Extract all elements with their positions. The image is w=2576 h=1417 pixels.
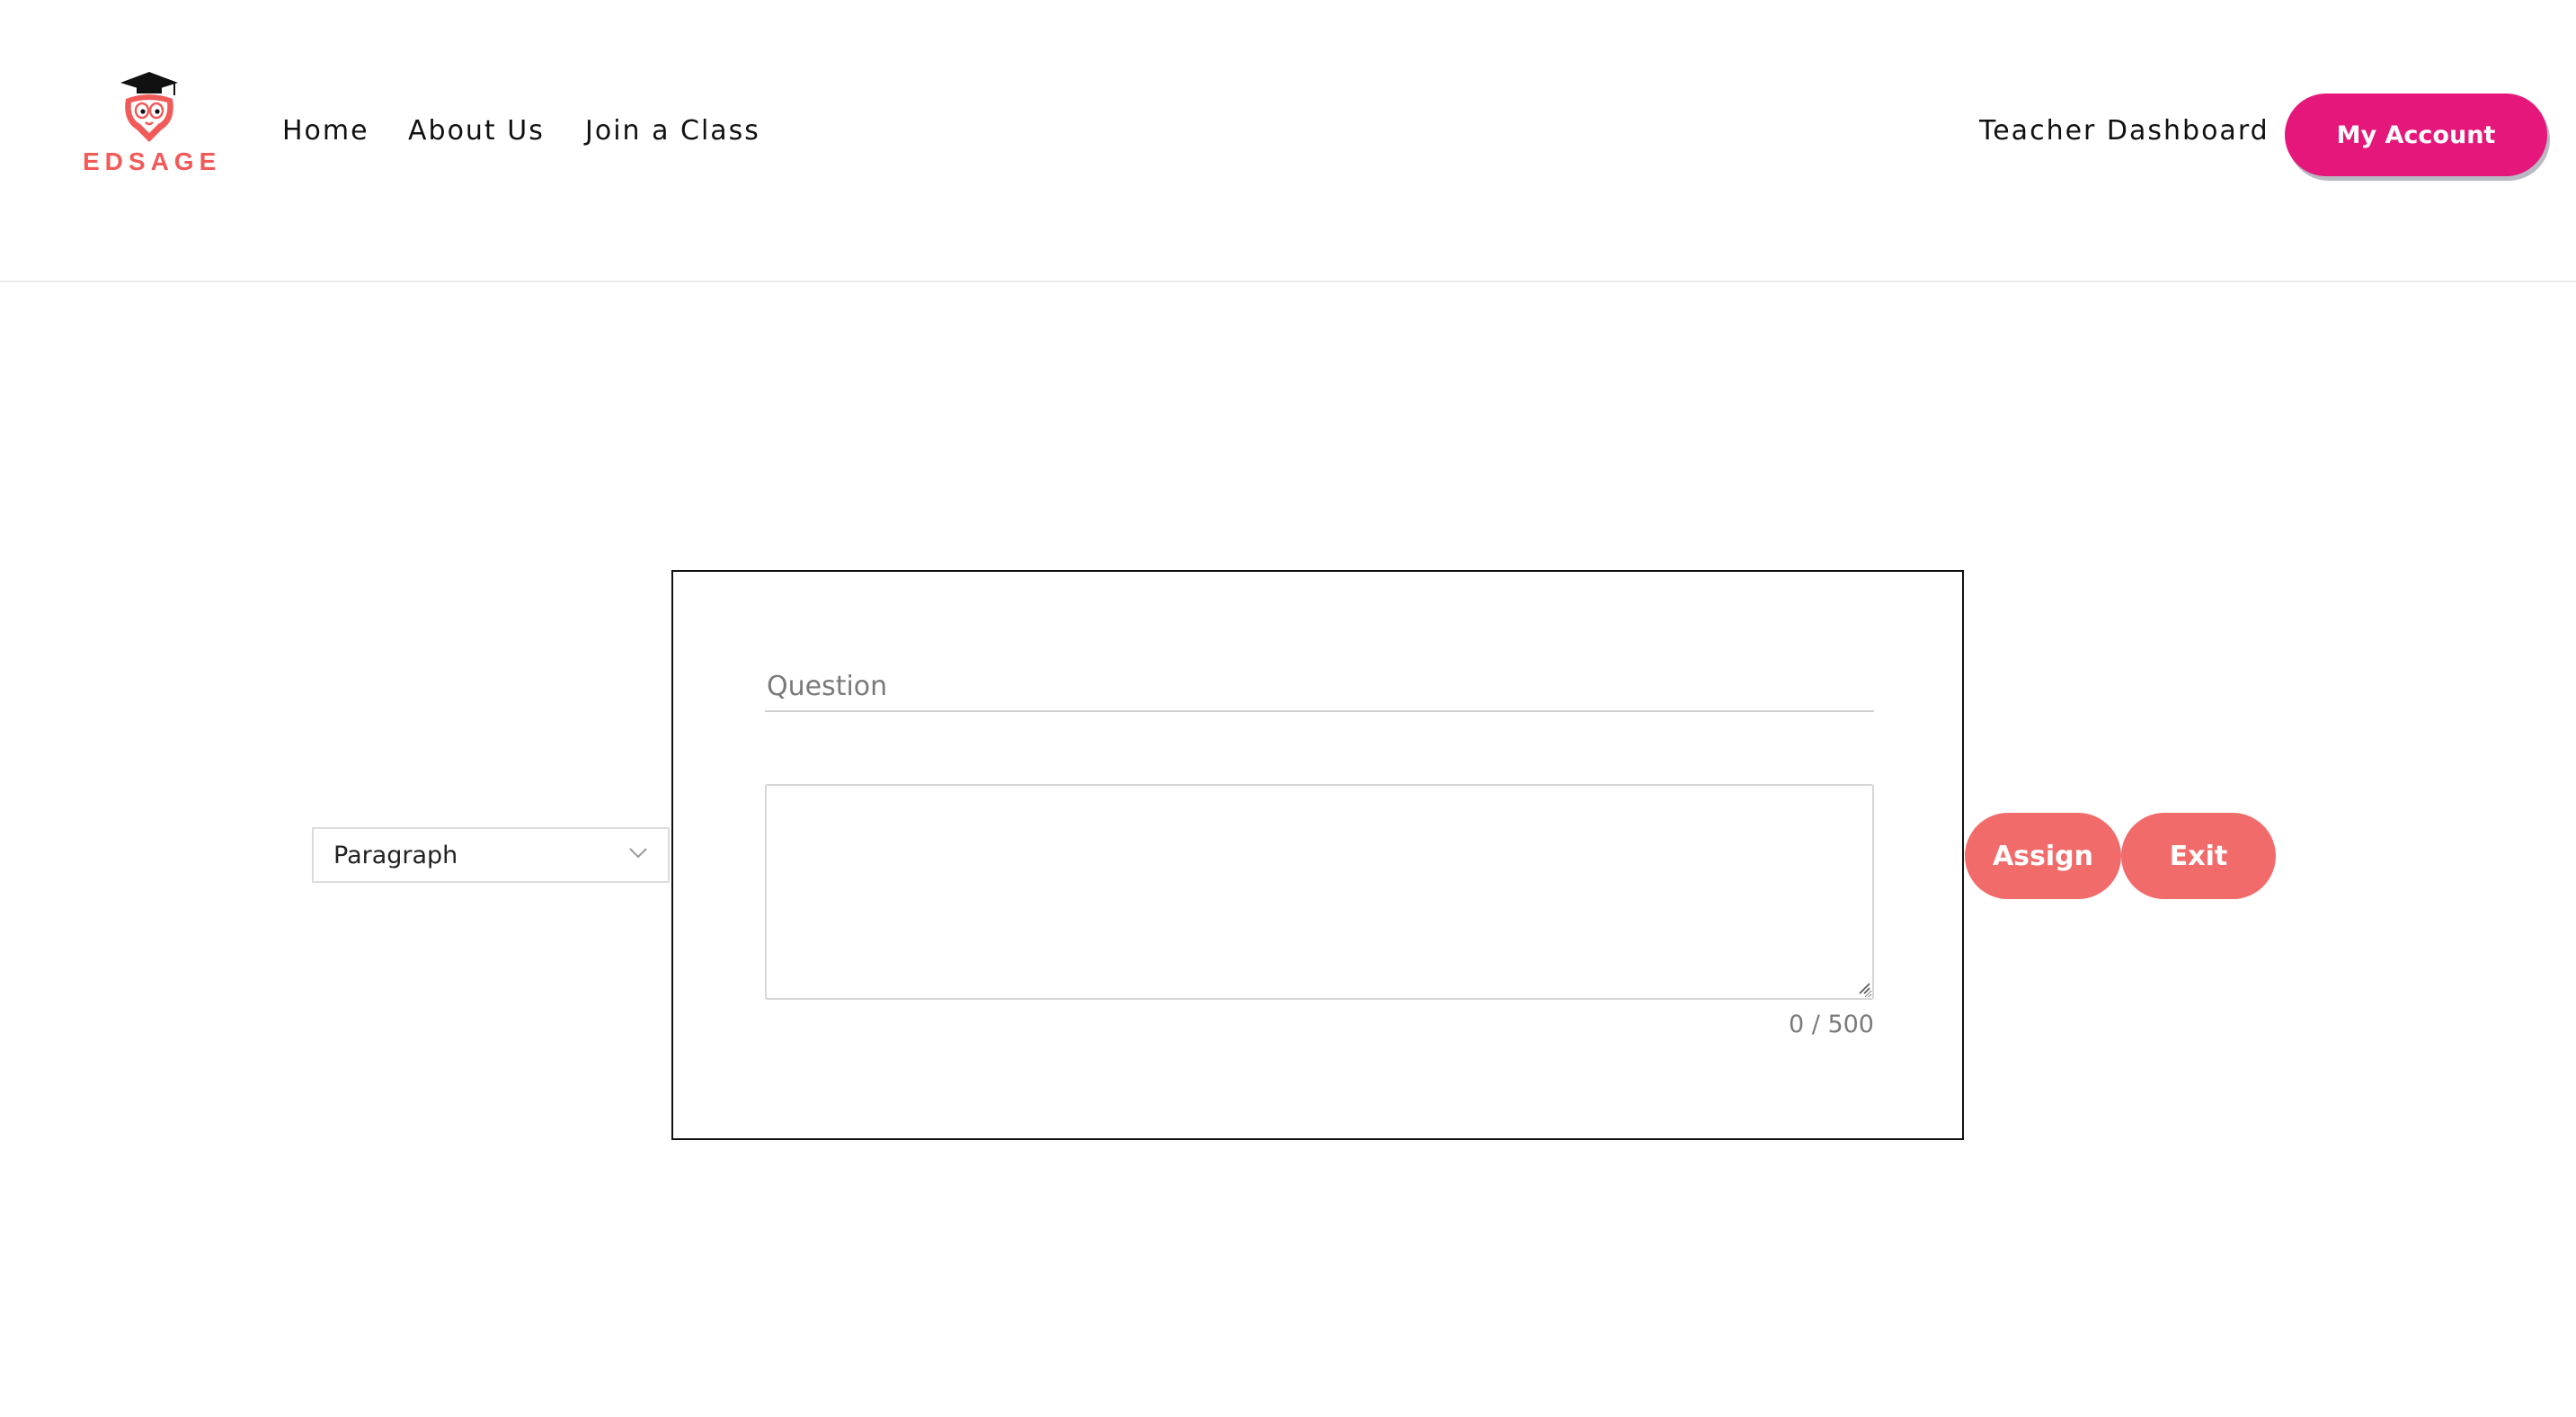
nav-about-link[interactable]: About Us xyxy=(408,115,545,147)
exit-button[interactable]: Exit xyxy=(2121,813,2276,899)
edsage-logo[interactable]: EDSAGE xyxy=(83,70,216,178)
logo-wordmark: EDSAGE xyxy=(83,147,222,175)
question-input[interactable] xyxy=(765,662,1874,712)
nav-home-link[interactable]: Home xyxy=(282,115,369,147)
top-navigation-bar: EDSAGE Home About Us Join a Class Teache… xyxy=(0,0,2576,282)
my-account-button[interactable]: My Account xyxy=(2285,94,2547,176)
teacher-dashboard-link[interactable]: Teacher Dashboard xyxy=(1979,115,2270,147)
question-card: 0 / 500 xyxy=(671,570,1964,1140)
assign-button[interactable]: Assign xyxy=(1965,813,2121,899)
resize-handle-icon[interactable] xyxy=(1856,980,1870,994)
answer-textarea[interactable] xyxy=(765,784,1874,1000)
character-counter: 0 / 500 xyxy=(1789,1011,1874,1038)
chevron-down-icon xyxy=(629,848,647,859)
graduation-owl-logo-icon xyxy=(120,72,178,142)
page: EDSAGE Home About Us Join a Class Teache… xyxy=(0,0,2576,1417)
nav-join-class-link[interactable]: Join a Class xyxy=(585,115,760,147)
question-type-selected-value: Paragraph xyxy=(333,842,458,869)
question-type-select[interactable]: Paragraph xyxy=(312,827,670,883)
